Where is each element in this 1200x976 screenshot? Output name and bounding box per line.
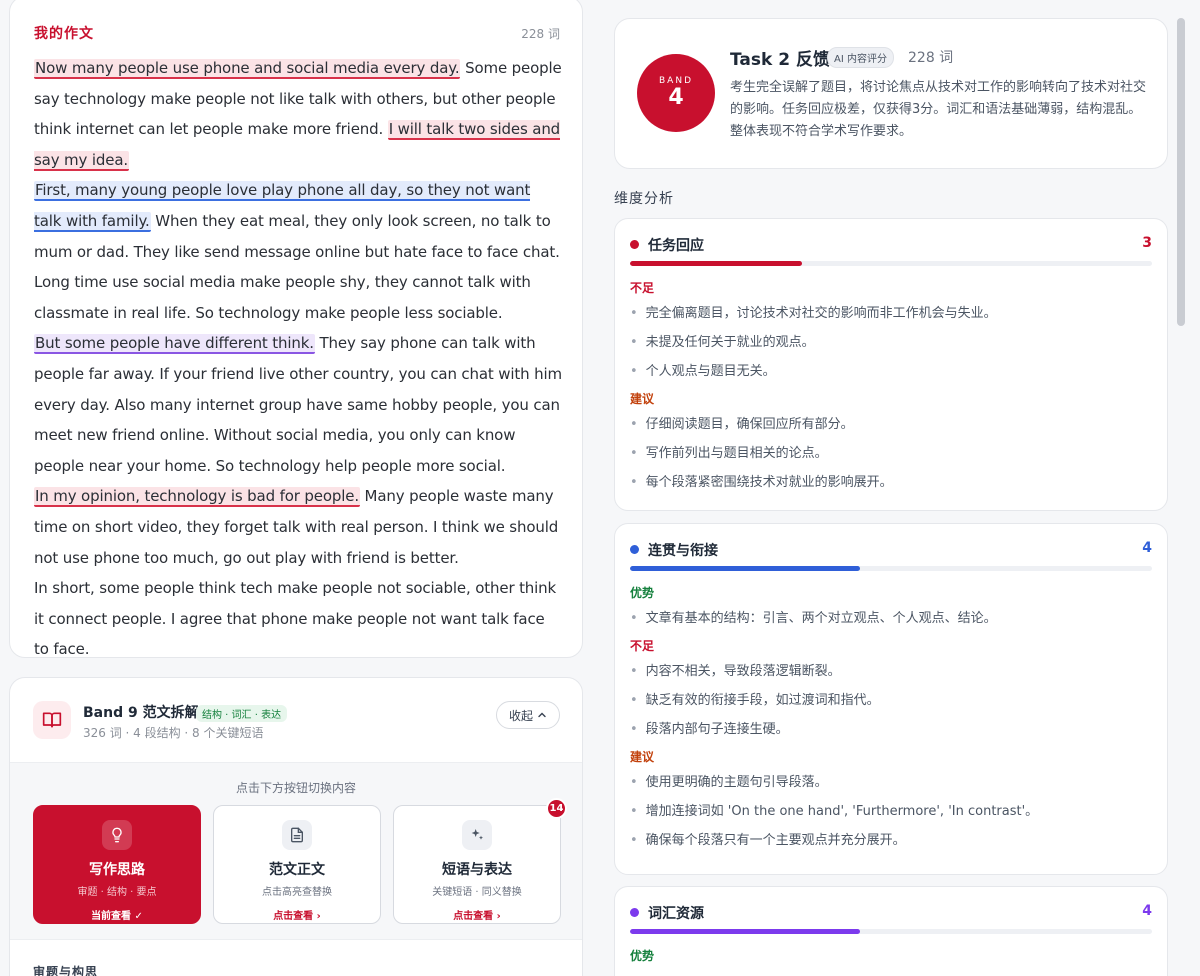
collapse-label: 收起 bbox=[508, 708, 533, 723]
band-score-badge: BAND 4 bbox=[637, 54, 715, 132]
sparkle-icon bbox=[462, 820, 492, 850]
feedback-item: 个人观点与题目无关。 bbox=[630, 357, 1152, 386]
option-sub: 点击高亮查替换 bbox=[262, 887, 332, 898]
content-switcher: 点击下方按钮切换内容 写作思路 审题 · 结构 · 要点 当前查看 ✓ 范文正文… bbox=[10, 762, 582, 940]
dimension-progress-bar bbox=[630, 929, 1152, 934]
feedback-group-title: 不足 bbox=[630, 281, 655, 295]
feedback-item: 使用更明确的主题句引导段落。 bbox=[630, 768, 1152, 797]
feedback-item: 完全偏离题目，讨论技术对社交的影响而非工作机会与失业。 bbox=[630, 299, 1152, 328]
feedback-group-title: 建议 bbox=[630, 392, 655, 406]
feedback-group-title: 优势 bbox=[630, 949, 655, 963]
highlighted-sentence[interactable]: Now many people use phone and social med… bbox=[34, 59, 461, 79]
dimension-progress-bar bbox=[630, 566, 1152, 571]
feedback-item: 文章有基本的结构：引言、两个对立观点、个人观点、结论。 bbox=[630, 604, 1152, 633]
feedback-item: 仔细阅读题目，确保回应所有部分。 bbox=[630, 410, 1152, 439]
dimension-progress-fill bbox=[630, 929, 860, 934]
dimension-details: 优势 bbox=[630, 943, 1152, 967]
dimension-details: 不足完全偏离题目，讨论技术对社交的影响而非工作机会与失业。未提及任何关于就业的观… bbox=[630, 275, 1152, 497]
feedback-summary: 考生完全误解了题目，将讨论焦点从技术对工作的影响转向了技术对社交的影响。任务回应… bbox=[730, 80, 1147, 139]
dimension-card-task-response: 任务回应 3 不足完全偏离题目，讨论技术对社交的影响而非工作机会与失业。未提及任何关… bbox=[614, 218, 1168, 511]
dimension-header: 词汇资源 4 bbox=[630, 903, 1152, 923]
dimension-progress-fill bbox=[630, 566, 860, 571]
feedback-item: 确保每个段落只有一个主要观点并充分展开。 bbox=[630, 826, 1152, 855]
feedback-item: 未提及任何关于就业的观点。 bbox=[630, 328, 1152, 357]
phrases-count-badge: 14 bbox=[546, 798, 567, 819]
lightbulb-icon bbox=[102, 820, 132, 850]
option-action: 点击查看 › bbox=[453, 911, 501, 922]
feedback-item: 内容不相关，导致段落逻辑断裂。 bbox=[630, 657, 1152, 686]
feedback-group-title: 建议 bbox=[630, 750, 655, 764]
model-essay-tags: 结构 · 词汇 · 表达 bbox=[196, 705, 288, 722]
essay-card: 我的作文 228 词 Now many people use phone and… bbox=[9, 0, 583, 658]
model-essay-title: Band 9 范文拆解 bbox=[83, 705, 199, 721]
document-icon bbox=[282, 820, 312, 850]
dimension-details: 优势文章有基本的结构：引言、两个对立观点、个人观点、结论。不足内容不相关，导致段… bbox=[630, 580, 1152, 855]
highlighted-sentence[interactable]: But some people have different think. bbox=[34, 334, 315, 355]
ai-score-badge: AI 内容评分 bbox=[827, 47, 894, 68]
dimension-progress-bar bbox=[630, 261, 1152, 266]
feedback-item: 写作前列出与题目相关的论点。 bbox=[630, 439, 1152, 468]
model-essay-card: Band 9 范文拆解 结构 · 词汇 · 表达 326 词 · 4 段结构 ·… bbox=[9, 677, 583, 976]
feedback-summary-card: BAND 4 Task 2 反馈 AI 内容评分 228 词 考生完全误解了题目… bbox=[614, 18, 1168, 169]
essay-sentence: They say phone can talk with people far … bbox=[34, 334, 562, 475]
option-label: 写作思路 bbox=[89, 862, 145, 878]
dimension-score: 4 bbox=[1142, 540, 1152, 556]
dimension-header: 连贯与衔接 4 bbox=[630, 540, 1152, 560]
section-title: 审题与构思 bbox=[33, 965, 99, 976]
feedback-item: 每个段落紧密围绕技术对就业的影响展开。 bbox=[630, 468, 1152, 497]
book-icon bbox=[33, 701, 71, 739]
model-essay-subtitle: 326 词 · 4 段结构 · 8 个关键短语 bbox=[83, 726, 264, 740]
highlighted-sentence[interactable]: In my opinion, technology is bad for peo… bbox=[34, 487, 360, 508]
dimensions-heading: 维度分析 bbox=[614, 191, 674, 207]
feedback-group-title: 不足 bbox=[630, 639, 655, 653]
collapse-button[interactable]: 收起 bbox=[496, 701, 560, 729]
scrollbar-thumb[interactable] bbox=[1177, 18, 1185, 326]
feedback-group-title: 优势 bbox=[630, 586, 655, 600]
dimension-card-coherence: 连贯与衔接 4 优势文章有基本的结构：引言、两个对立观点、个人观点、结论。不足内容不… bbox=[614, 523, 1168, 875]
dimension-name: 词汇资源 bbox=[648, 906, 704, 922]
option-model-text[interactable]: 范文正文 点击高亮查替换 点击查看 › bbox=[213, 805, 381, 924]
essay-word-count: 228 词 bbox=[521, 27, 560, 41]
option-sub: 关键短语 · 同义替换 bbox=[432, 887, 522, 898]
chevron-up-icon bbox=[538, 712, 546, 718]
dimension-score: 4 bbox=[1142, 903, 1152, 919]
essay-title: 我的作文 bbox=[34, 26, 94, 42]
feedback-word-count: 228 词 bbox=[908, 50, 954, 66]
feedback-item: 缺乏有效的衔接手段，如过渡词和指代。 bbox=[630, 686, 1152, 715]
dimension-card-lexical: 词汇资源 4 优势 bbox=[614, 886, 1168, 976]
option-action: 点击查看 › bbox=[273, 911, 321, 922]
essay-header: 我的作文 228 词 bbox=[34, 23, 560, 43]
feedback-title: Task 2 反馈 bbox=[730, 50, 830, 70]
dimension-score: 3 bbox=[1142, 235, 1152, 251]
feedback-item: 增加连接词如 'On the one hand', 'Furthermore',… bbox=[630, 797, 1152, 826]
scrollbar[interactable] bbox=[1176, 18, 1186, 976]
feedback-item: 段落内部句子连接生硬。 bbox=[630, 715, 1152, 744]
essay-text: Now many people use phone and social med… bbox=[34, 53, 562, 665]
switch-hint: 点击下方按钮切换内容 bbox=[235, 781, 356, 795]
option-action: 当前查看 ✓ bbox=[91, 911, 143, 922]
option-label: 范文正文 bbox=[269, 862, 325, 878]
option-phrases[interactable]: 14 短语与表达 关键短语 · 同义替换 点击查看 › bbox=[393, 798, 567, 924]
option-writing-approach[interactable]: 写作思路 审题 · 结构 · 要点 当前查看 ✓ bbox=[33, 805, 201, 924]
dimension-dot bbox=[630, 908, 639, 917]
essay-sentence: In short, some people think tech make pe… bbox=[34, 579, 557, 659]
dimension-dot bbox=[630, 240, 639, 249]
dimension-header: 任务回应 3 bbox=[630, 235, 1152, 255]
dimension-name: 任务回应 bbox=[648, 238, 704, 254]
dimension-dot bbox=[630, 545, 639, 554]
dimension-name: 连贯与衔接 bbox=[648, 543, 718, 559]
option-label: 短语与表达 bbox=[442, 862, 512, 878]
option-sub: 审题 · 结构 · 要点 bbox=[77, 887, 157, 898]
band-score: 4 bbox=[668, 85, 684, 110]
dimension-progress-fill bbox=[630, 261, 803, 266]
